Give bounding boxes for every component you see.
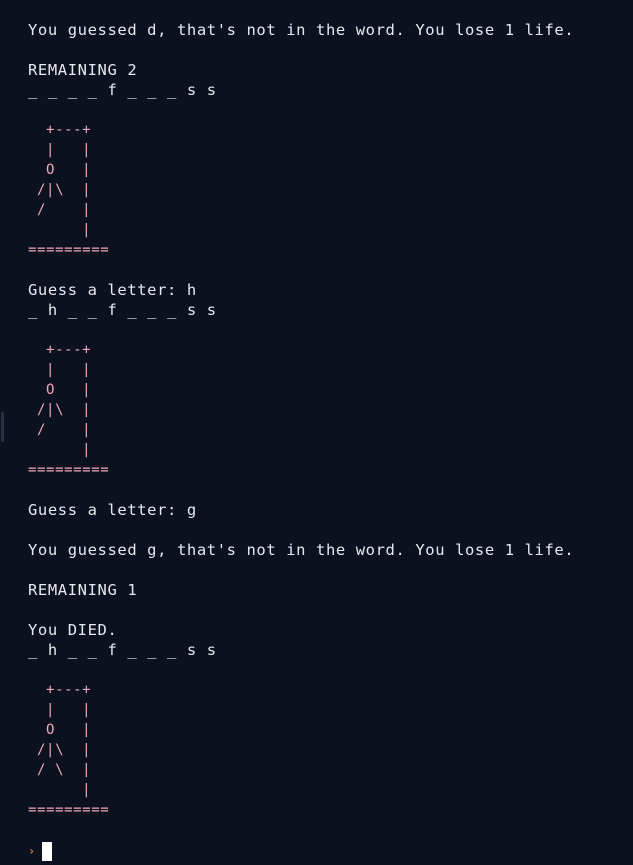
gallows-art-line: / |	[28, 202, 92, 218]
text-cursor[interactable]	[42, 841, 53, 861]
output-line: Guess a letter: g	[28, 501, 197, 519]
gallows-art-line: | |	[28, 362, 92, 378]
output-line: REMAINING 1	[28, 581, 138, 599]
output-line: _ h _ _ f _ _ _ s s	[28, 641, 217, 659]
gallows-art-line: +---+	[28, 122, 92, 138]
gallows-art-line: |	[28, 222, 92, 238]
gallows-art-line: +---+	[28, 682, 92, 698]
output-line: You DIED.	[28, 621, 118, 639]
command-prompt[interactable]: ›	[28, 841, 53, 861]
gallows-art-line: |	[28, 442, 92, 458]
output-line: You guessed d, that's not in the word. Y…	[28, 21, 575, 39]
gallows-art-line: /|\ |	[28, 182, 92, 198]
gallows-art-line: | |	[28, 702, 92, 718]
prompt-chevron-icon: ›	[28, 844, 36, 858]
gallows-art-line: /|\ |	[28, 402, 92, 418]
output-line: REMAINING 2	[28, 61, 138, 79]
output-line: _ h _ _ f _ _ _ s s	[28, 301, 217, 319]
gallows-art-line: =========	[28, 802, 110, 818]
gallows-art-line: |	[28, 782, 92, 798]
gallows-art-line: / \ |	[28, 762, 92, 778]
terminal-window[interactable]: You guessed d, that's not in the word. Y…	[0, 0, 633, 865]
output-line: _ _ _ _ f _ _ _ s s	[28, 81, 217, 99]
gallows-art-line: /|\ |	[28, 742, 92, 758]
gallows-art-line: =========	[28, 242, 110, 258]
gallows-art-line: / |	[28, 422, 92, 438]
scroll-marker	[1, 412, 4, 442]
gallows-art-line: O |	[28, 382, 92, 398]
terminal-output: You guessed d, that's not in the word. Y…	[28, 20, 574, 820]
gallows-art-line: O |	[28, 722, 92, 738]
gallows-art-line: +---+	[28, 342, 92, 358]
output-line: Guess a letter: h	[28, 281, 197, 299]
gallows-art-line: | |	[28, 142, 92, 158]
gallows-art-line: O |	[28, 162, 92, 178]
gallows-art-line: =========	[28, 462, 110, 478]
output-line: You guessed g, that's not in the word. Y…	[28, 541, 575, 559]
